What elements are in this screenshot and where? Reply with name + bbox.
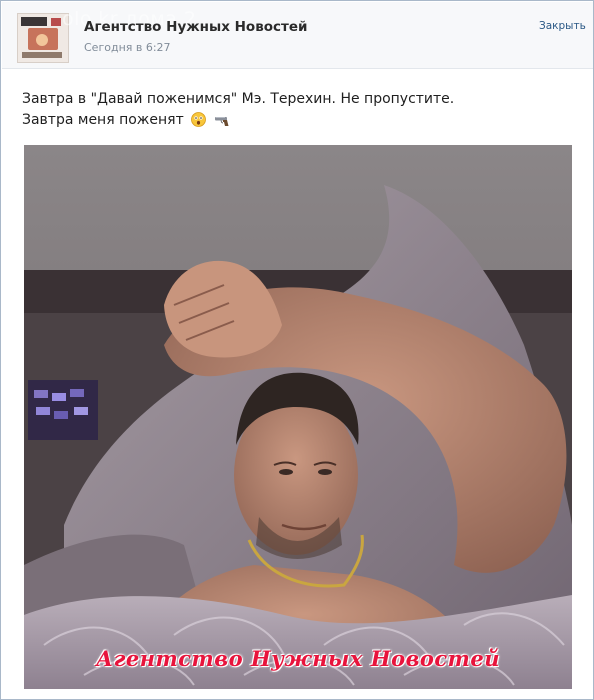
page-title[interactable]: Агентство Нужных Новостей <box>84 19 307 35</box>
avatar-shape <box>22 52 62 58</box>
post-text-line: Завтра в "Давай поженимся" Мэ. Терехин. … <box>22 91 455 107</box>
avatar-shape <box>51 18 61 26</box>
pistol-icon <box>214 113 230 134</box>
close-button[interactable]: Закрыть <box>539 20 586 32</box>
post-text: Завтра в "Давай поженимся" Мэ. Терехин. … <box>22 89 454 134</box>
post-text-line: Завтра меня поженят <box>22 110 454 134</box>
avatar-shape <box>36 34 48 46</box>
avatar-shape <box>21 17 47 26</box>
photo-watermark-caption: Агентство Нужных Новостей <box>95 646 501 671</box>
post-text-segment: Завтра меня поженят <box>22 112 184 128</box>
post-header: olo.kr дома 2 Агентство Нужных Новостей … <box>2 2 593 69</box>
astonished-face-icon <box>191 112 207 134</box>
post-window: olo.kr дома 2 Агентство Нужных Новостей … <box>0 0 594 700</box>
photo-illustration <box>24 145 572 689</box>
post-timestamp[interactable]: Сегодня в 6:27 <box>84 41 171 54</box>
post-photo[interactable]: Агентство Нужных Новостей <box>24 145 572 689</box>
